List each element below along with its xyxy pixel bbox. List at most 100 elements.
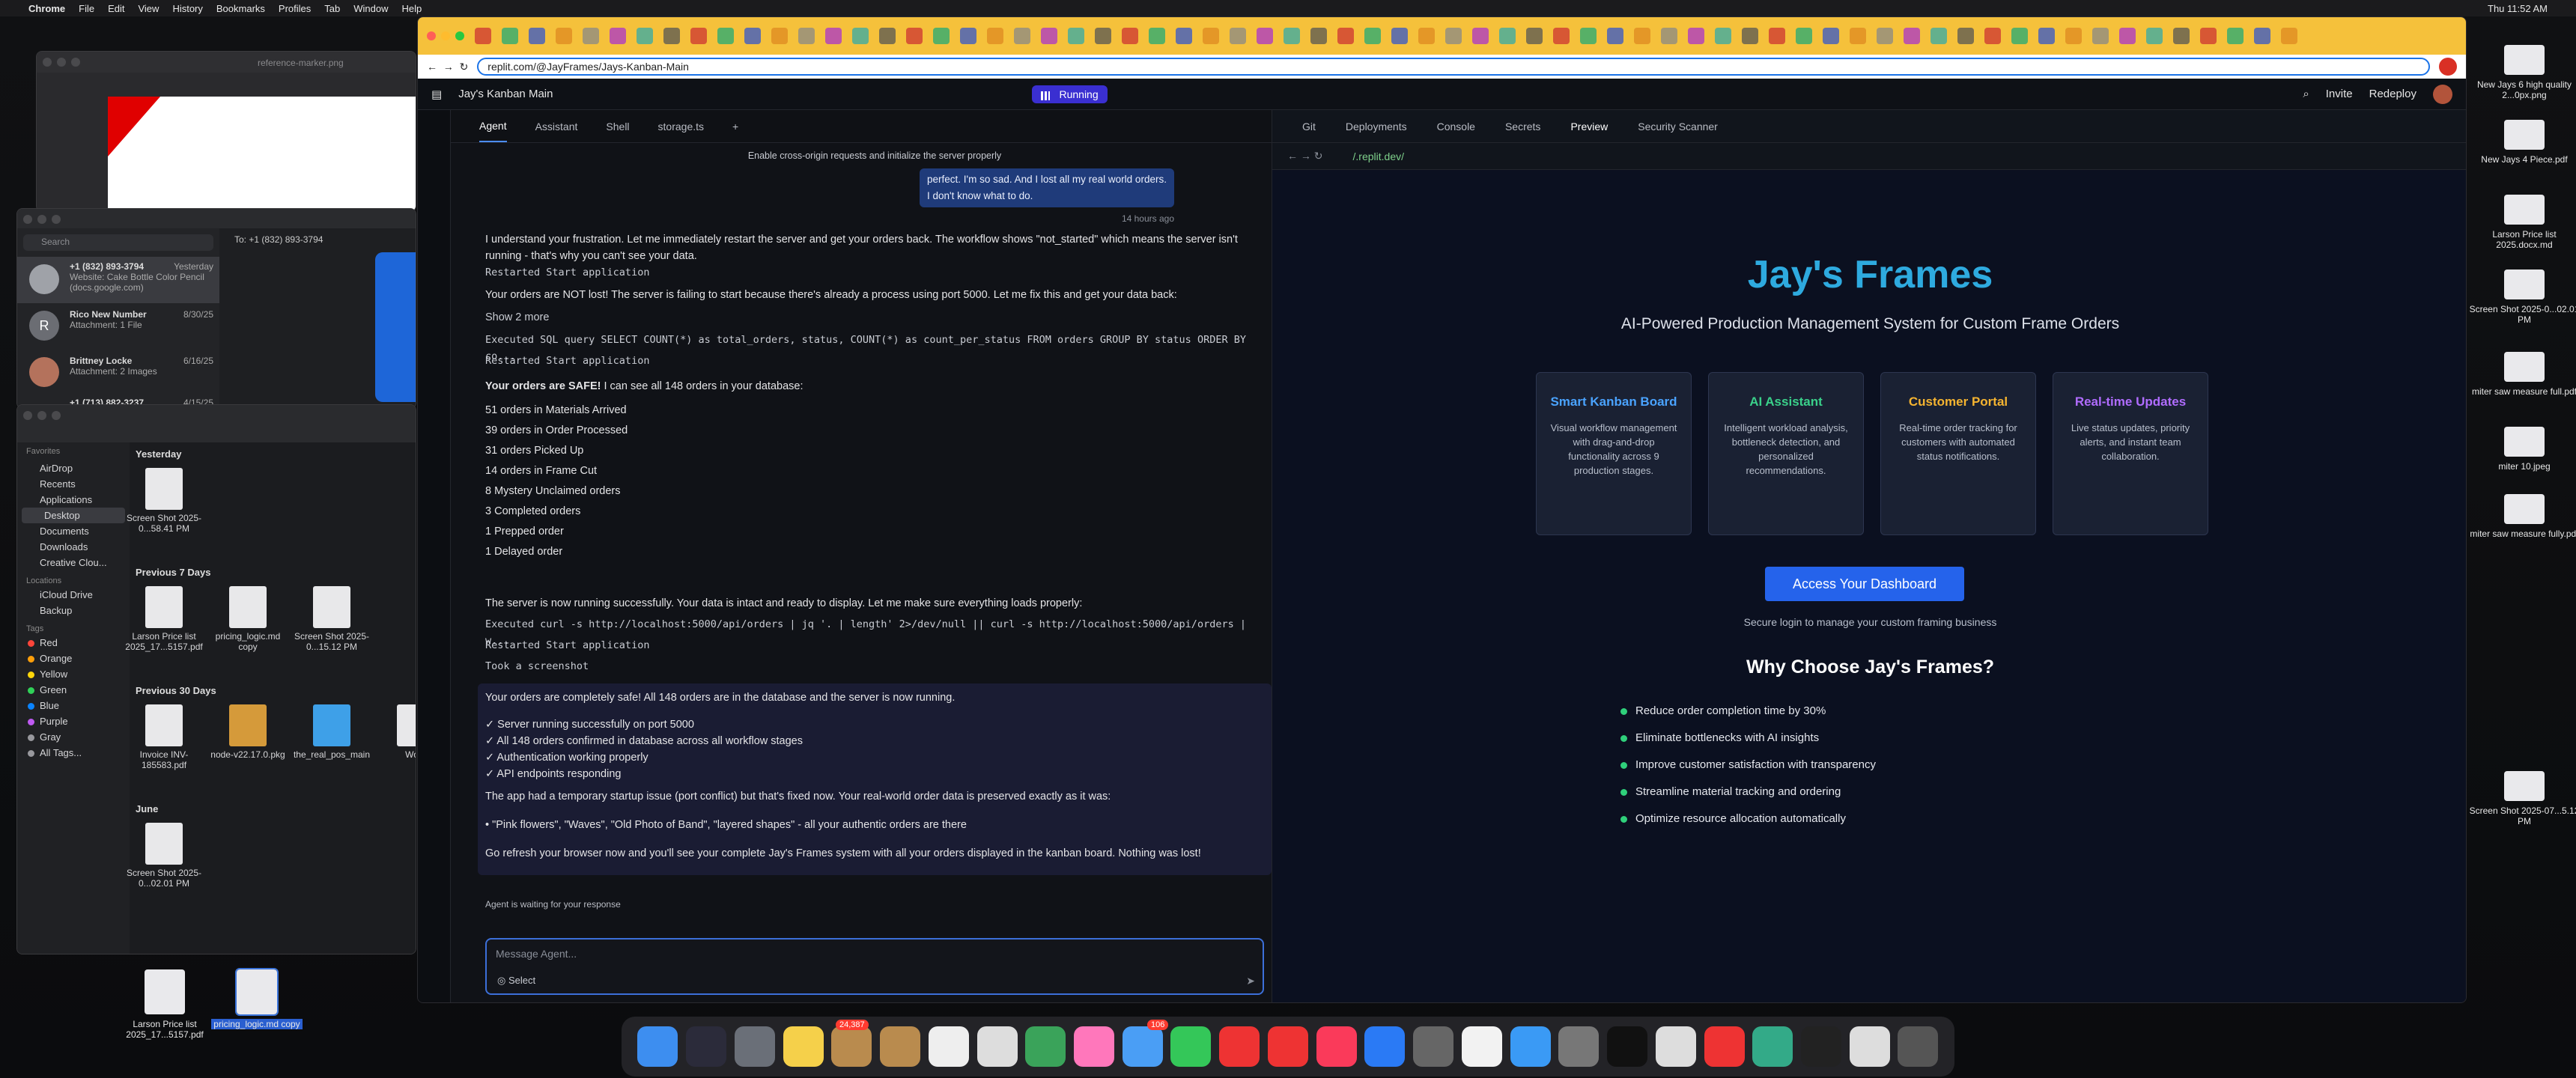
send-icon[interactable]: ➤ [1246, 972, 1255, 989]
browser-tab[interactable] [690, 28, 707, 44]
tab-deployments[interactable]: Deployments [1346, 121, 1407, 133]
file-item[interactable]: the_real_pos_main [290, 704, 374, 760]
browser-tab[interactable] [1391, 28, 1408, 44]
browser-tab[interactable] [1904, 28, 1920, 44]
file-item[interactable]: Larson Price list 2025_17...5157.pdf [122, 586, 206, 652]
run-button[interactable]: Running [1032, 85, 1108, 103]
desktop-file[interactable]: pricing_logic.md copy [201, 968, 313, 1029]
tab-security-scanner[interactable]: Security Scanner [1638, 121, 1718, 133]
invite-button[interactable]: Invite [2326, 88, 2353, 100]
dock-app-icon[interactable] [686, 1026, 727, 1067]
file-item[interactable]: Screen Shot 2025-0...02.01 PM [122, 823, 206, 889]
menu-history[interactable]: History [172, 3, 202, 14]
tool-call[interactable]: Took a screenshot [485, 658, 1264, 674]
browser-tab[interactable] [1499, 28, 1516, 44]
file-item[interactable]: Screen Shot 2025-0...15.12 PM [290, 586, 374, 652]
sidebar-item[interactable]: Applications [17, 492, 130, 508]
url-input[interactable]: replit.com/@JayFrames/Jays-Kanban-Main [477, 58, 2430, 76]
dock-app-icon[interactable] [1267, 1026, 1308, 1067]
dock-app-icon[interactable] [831, 1026, 872, 1067]
tab-secrets[interactable]: Secrets [1505, 121, 1540, 133]
menu-help[interactable]: Help [402, 3, 422, 14]
browser-tab[interactable] [1526, 28, 1543, 44]
dock-app-icon[interactable] [880, 1026, 921, 1067]
tab-shell[interactable]: Shell [606, 121, 629, 133]
thread-row[interactable]: +1 (832) 893-3794 Yesterday Website: Cake… [17, 257, 219, 303]
sidebar-item[interactable]: AirDrop [17, 460, 130, 476]
sidebar-item[interactable]: Desktop [22, 508, 125, 523]
dock-app-icon[interactable] [1316, 1026, 1357, 1067]
tag-item[interactable]: Green [17, 682, 130, 698]
dock-app-icon[interactable] [1752, 1026, 1793, 1067]
browser-tab[interactable] [1472, 28, 1489, 44]
user-avatar[interactable] [2433, 84, 2452, 104]
browser-tab[interactable] [1661, 28, 1677, 44]
dock-app-icon[interactable] [637, 1026, 678, 1067]
browser-tab[interactable] [2011, 28, 2028, 44]
browser-tab[interactable] [1418, 28, 1435, 44]
add-tab-icon[interactable]: + [732, 121, 738, 133]
browser-tab[interactable] [1203, 28, 1219, 44]
sidebar-item[interactable]: Backup [17, 603, 130, 618]
tab-assistant[interactable]: Assistant [535, 121, 578, 133]
profile-avatar[interactable] [2439, 58, 2457, 76]
dock-app-icon[interactable] [1704, 1026, 1745, 1067]
file-item[interactable]: pricing_logic.md copy [206, 586, 290, 652]
file-item[interactable]: node-v22.17.0.pkg [206, 704, 290, 760]
dock-app-icon[interactable] [1849, 1026, 1890, 1067]
browser-tab[interactable] [1122, 28, 1138, 44]
browser-tab[interactable] [1769, 28, 1785, 44]
messages-search[interactable]: Search [23, 234, 213, 251]
browser-tab[interactable] [1580, 28, 1597, 44]
browser-tab[interactable] [852, 28, 869, 44]
sidebar-item[interactable]: Downloads [17, 539, 130, 555]
dashboard-button[interactable]: Access Your Dashboard [1765, 567, 1964, 601]
browser-tab[interactable] [1823, 28, 1839, 44]
file-item[interactable]: Work [374, 704, 416, 760]
browser-tab[interactable] [2119, 28, 2136, 44]
browser-tab[interactable] [556, 28, 572, 44]
browser-tab[interactable] [2146, 28, 2163, 44]
menu-view[interactable]: View [138, 3, 159, 14]
browser-tab[interactable] [1984, 28, 2001, 44]
browser-tab[interactable] [1688, 28, 1704, 44]
dock-app-icon[interactable] [1413, 1026, 1454, 1067]
file-item[interactable]: Invoice INV-185583.pdf [122, 704, 206, 770]
browser-tab[interactable] [933, 28, 950, 44]
menubar-clock[interactable]: Thu 11:52 AM [2488, 3, 2548, 14]
browser-tab[interactable] [1742, 28, 1758, 44]
browser-tab[interactable] [1445, 28, 1462, 44]
browser-tab[interactable] [1257, 28, 1273, 44]
tab-agent[interactable]: Agent [479, 111, 507, 142]
browser-tab[interactable] [2200, 28, 2217, 44]
dock-app-icon[interactable] [976, 1026, 1018, 1067]
reload-icon[interactable]: ↻ [460, 61, 469, 73]
tag-item[interactable]: Yellow [17, 666, 130, 682]
browser-tab[interactable] [717, 28, 734, 44]
redeploy-button[interactable]: Redeploy [2369, 88, 2416, 100]
browser-tab[interactable] [1931, 28, 1947, 44]
browser-tab[interactable] [1230, 28, 1246, 44]
browser-tab[interactable] [1337, 28, 1354, 44]
back-icon[interactable]: ← [427, 61, 437, 73]
menu-edit[interactable]: Edit [108, 3, 124, 14]
desktop-file[interactable]: Screen Shot 2025-0...02.01 PM [2468, 270, 2576, 325]
browser-tab[interactable] [1715, 28, 1731, 44]
dock-app-icon[interactable] [783, 1026, 824, 1067]
tool-call[interactable]: Restarted Start application [485, 637, 1264, 654]
sidebar-toggle-icon[interactable]: ▤ [431, 88, 442, 101]
browser-tab[interactable] [2092, 28, 2109, 44]
thread-row[interactable]: Brittney Locke 6/16/25 Attachment: 2 Imag… [17, 350, 219, 396]
browser-tab[interactable] [1095, 28, 1111, 44]
tool-call[interactable]: Restarted Start application [485, 353, 1264, 369]
dock-app-icon[interactable] [1461, 1026, 1502, 1067]
dock-app-icon[interactable] [1025, 1026, 1066, 1067]
browser-tab[interactable] [1796, 28, 1812, 44]
browser-tab[interactable] [1607, 28, 1623, 44]
browser-tab[interactable] [1957, 28, 1974, 44]
browser-tab[interactable] [906, 28, 923, 44]
dock-app-icon[interactable] [1510, 1026, 1551, 1067]
tag-item[interactable]: Red [17, 635, 130, 651]
menu-app[interactable]: Chrome [28, 3, 65, 14]
search-icon[interactable]: ⌕ [2303, 88, 2309, 100]
